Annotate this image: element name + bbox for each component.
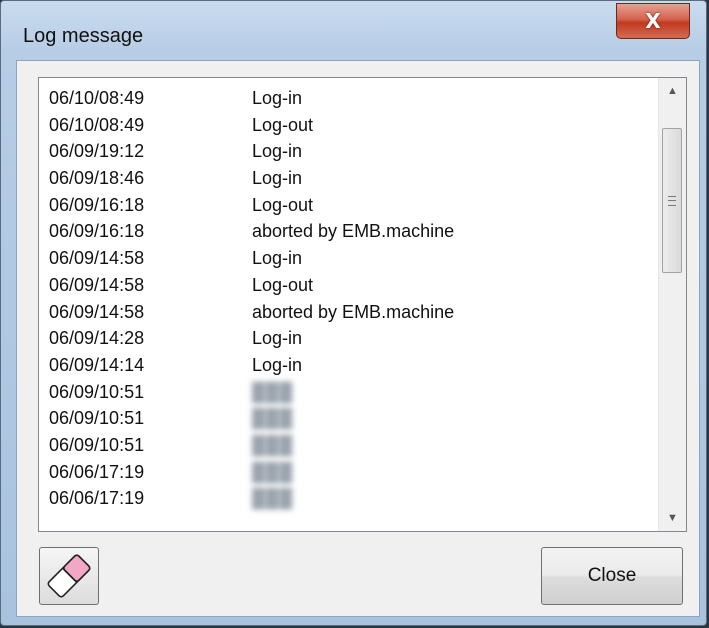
log-message: Log-out — [252, 274, 314, 295]
log-time: 06/09/14:28 — [49, 328, 145, 349]
log-message: aborted by EMB.machine — [252, 301, 455, 322]
log-message-redacted: ███ — [252, 461, 294, 482]
grip-icon — [668, 195, 676, 206]
log-message-redacted: ███ — [252, 408, 294, 429]
log-time: 06/06/17:19 — [49, 461, 145, 482]
clear-log-button[interactable] — [39, 547, 99, 605]
log-time: 06/09/16:18 — [49, 221, 145, 242]
log-message-redacted: ███ — [252, 488, 294, 509]
log-time: 06/09/14:14 — [49, 354, 145, 375]
log-message-redacted: ███ — [252, 434, 294, 455]
log-time: 06/10/08:49 — [49, 114, 145, 135]
log-message: Log-in — [252, 328, 303, 349]
log-time: 06/06/17:19 — [49, 488, 145, 509]
log-time: 06/09/14:58 — [49, 274, 145, 295]
title-bar[interactable]: Log message X — [1, 1, 706, 61]
vertical-scrollbar[interactable]: ▲ ▼ — [658, 78, 686, 531]
log-message-redacted: ███ — [252, 381, 294, 402]
log-message-window: Log message X 06/10/08:49 Log-in 06/10/08:… — [0, 0, 707, 626]
log-message: Log-out — [252, 114, 314, 135]
log-message: Log-out — [252, 194, 314, 215]
close-button[interactable]: Close — [541, 547, 683, 605]
log-time: 06/10/08:49 — [49, 88, 145, 108]
log-message: Log-in — [252, 168, 303, 189]
log-message: aborted by EMB.machine — [252, 221, 455, 242]
close-x-icon: X — [645, 9, 661, 33]
log-list[interactable]: 06/10/08:49 Log-in 06/10/08:49 Log-out 06/09… — [38, 77, 687, 532]
eraser-icon — [47, 554, 91, 598]
scroll-thumb[interactable] — [662, 128, 682, 273]
log-time: 06/09/10:51 — [49, 434, 145, 455]
window-close-button[interactable]: X — [616, 3, 690, 39]
log-time: 06/09/14:58 — [49, 248, 145, 269]
window-title: Log message — [23, 25, 144, 47]
log-message: Log-in — [252, 354, 303, 375]
log-time: 06/09/19:12 — [49, 141, 145, 162]
log-message: Log-in — [252, 141, 303, 162]
log-time: 06/09/18:46 — [49, 168, 145, 189]
log-time: 06/09/16:18 — [49, 194, 145, 215]
log-time: 06/09/14:58 — [49, 301, 145, 322]
scroll-up-button[interactable]: ▲ — [659, 78, 686, 104]
log-message: Log-in — [252, 248, 303, 269]
log-message: Log-in — [252, 88, 303, 108]
scroll-down-button[interactable]: ▼ — [659, 505, 686, 531]
log-time: 06/09/10:51 — [49, 381, 145, 402]
dialog-body: 06/10/08:49 Log-in 06/10/08:49 Log-out 06/09… — [16, 60, 700, 617]
log-time: 06/09/10:51 — [49, 408, 145, 429]
